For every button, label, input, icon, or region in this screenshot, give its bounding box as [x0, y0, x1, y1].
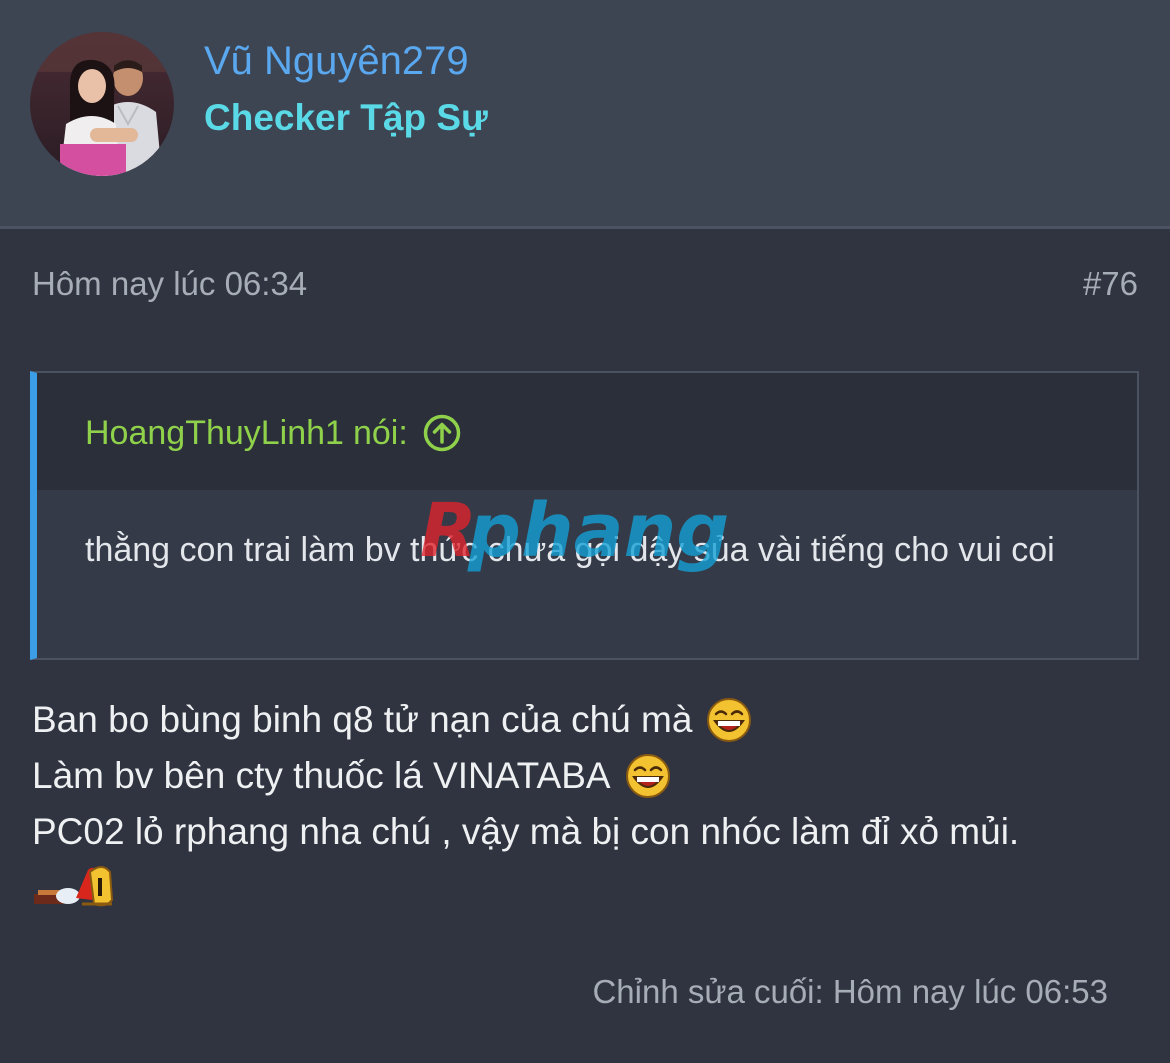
- user-avatar[interactable]: [30, 32, 174, 176]
- post-line: PC02 lỏ rphang nha chú , vậy mà bị con n…: [32, 804, 1152, 860]
- quote-said-label: nói:: [352, 413, 408, 452]
- post-date[interactable]: Hôm nay lúc 06:34: [32, 264, 307, 304]
- username-link[interactable]: Vũ Nguyên279: [204, 38, 469, 84]
- post-line-text: Ban bo bùng binh q8 tử nạn của chú mà: [32, 699, 693, 740]
- post-line: Ban bo bùng binh q8 tử nạn của chú mà: [32, 692, 1152, 748]
- post-line: [32, 860, 1152, 912]
- quote-block: HoangThuyLinh1 nói: thằng con trai làm b…: [30, 371, 1139, 660]
- quote-author-name[interactable]: HoangThuyLinh1: [85, 414, 344, 453]
- avatar-photo-icon: [30, 32, 174, 176]
- user-title: Checker Tập Sự: [204, 97, 488, 138]
- laughing-emoji-icon: [706, 697, 752, 743]
- user-header: Vũ Nguyên279 Checker Tập Sự: [0, 0, 1170, 229]
- quote-author-line: HoangThuyLinh1 nói:: [85, 409, 462, 457]
- quote-body-text: thằng con trai làm bv thức chưa gọi dậy …: [85, 531, 1055, 569]
- post-number-link[interactable]: #76: [1083, 264, 1138, 304]
- laughing-emoji-icon: [625, 753, 671, 799]
- post-line: Làm bv bên cty thuốc lá VINATABA: [32, 748, 1152, 804]
- post-line-text: Làm bv bên cty thuốc lá VINATABA: [32, 755, 611, 796]
- post-body: Ban bo bùng binh q8 tử nạn của chú mà Là…: [32, 692, 1152, 912]
- quote-header: HoangThuyLinh1 nói:: [37, 373, 1137, 490]
- arrow-up-circle-icon[interactable]: [422, 413, 462, 453]
- post-line-text: PC02 lỏ rphang nha chú , vậy mà bị con n…: [32, 811, 1020, 852]
- last-edit-note: Chỉnh sửa cuối: Hôm nay lúc 06:53: [592, 973, 1108, 1010]
- sticker-emoji-icon: [32, 860, 116, 912]
